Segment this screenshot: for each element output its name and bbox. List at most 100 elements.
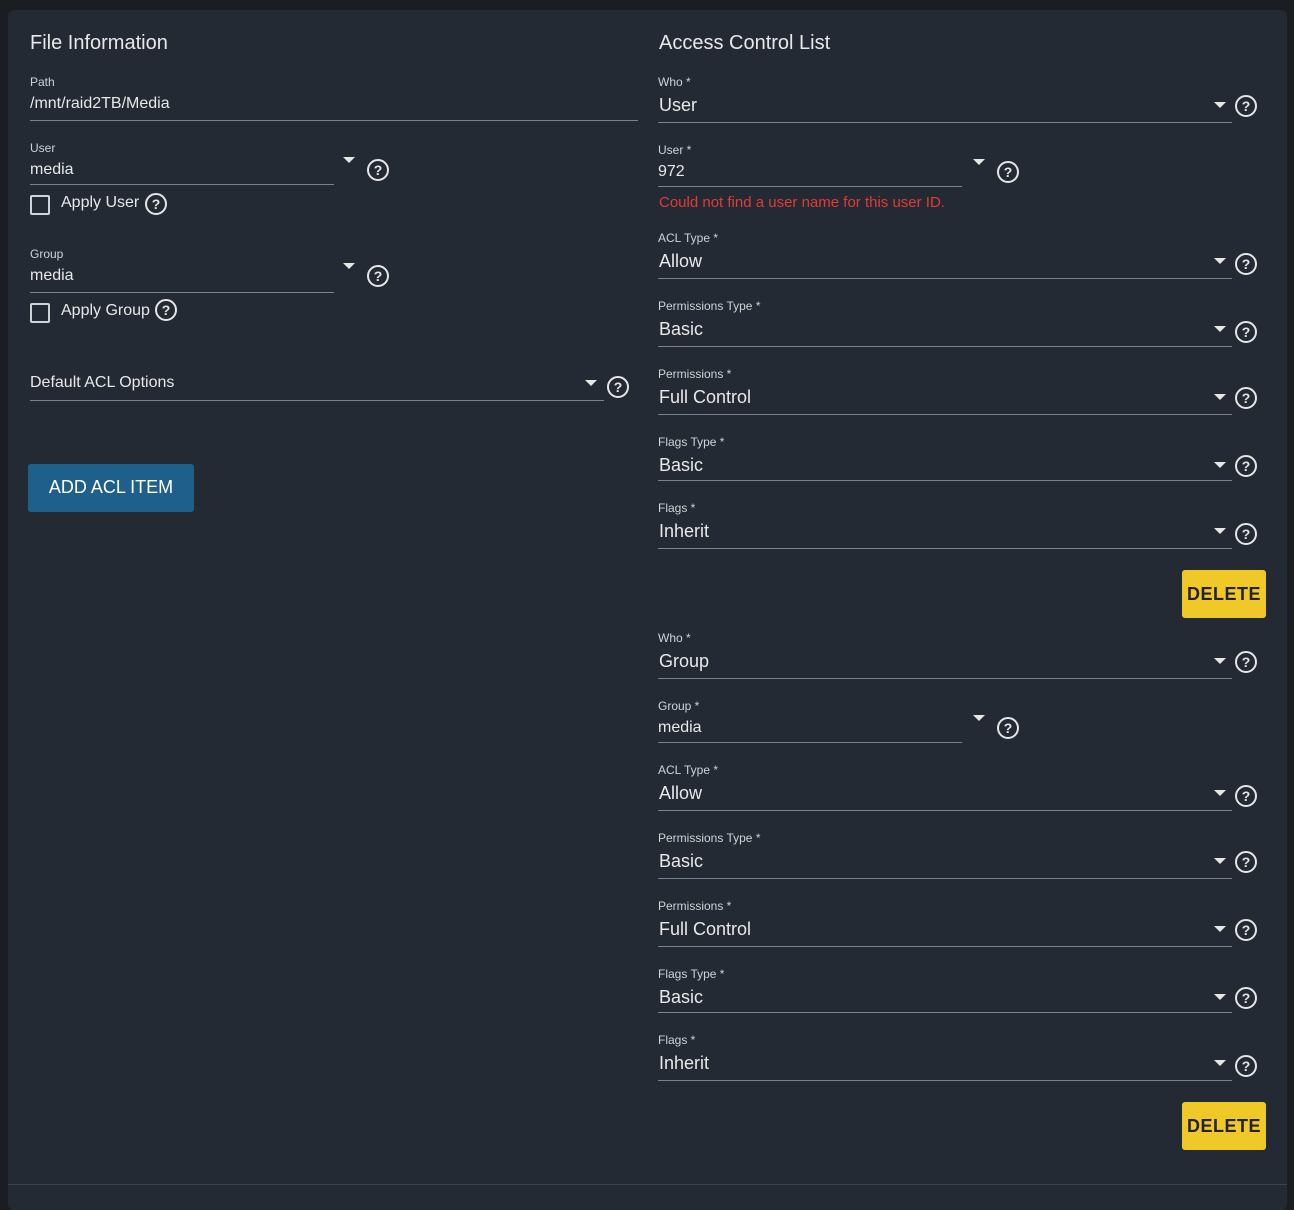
flags-type-select[interactable]: Basic — [659, 987, 703, 1008]
apply-user-label: Apply User — [61, 194, 140, 211]
caret-down-icon[interactable] — [585, 380, 597, 386]
caret-down-icon[interactable] — [1214, 1060, 1226, 1066]
group-id-underline — [658, 742, 962, 743]
flags-underline — [658, 1080, 1232, 1081]
caret-down-icon[interactable] — [1214, 102, 1226, 108]
help-icon[interactable]: ? — [1235, 387, 1257, 409]
apply-group-checkbox[interactable] — [30, 303, 50, 323]
acl-editor-card — [8, 10, 1287, 1210]
user-id-select[interactable]: 972 — [658, 163, 685, 181]
delete-acl-item-button[interactable]: DELETE — [1182, 1102, 1266, 1150]
apply-group-label: Apply Group — [61, 302, 150, 319]
group-id-label: Group * — [658, 699, 700, 713]
default-acl-underline — [30, 400, 604, 401]
help-icon[interactable]: ? — [1235, 253, 1257, 275]
help-icon[interactable]: ? — [367, 159, 389, 181]
acl-type-select[interactable]: Allow — [659, 251, 702, 272]
help-icon[interactable]: ? — [1235, 651, 1257, 673]
caret-down-icon[interactable] — [1214, 994, 1226, 1000]
delete-acl-item-button[interactable]: DELETE — [1182, 570, 1266, 618]
caret-down-icon[interactable] — [1214, 326, 1226, 332]
add-acl-item-button[interactable]: ADD ACL ITEM — [28, 464, 194, 512]
permissions-label: Permissions * — [658, 899, 732, 913]
caret-down-icon[interactable] — [1214, 926, 1226, 932]
help-icon[interactable]: ? — [1235, 523, 1257, 545]
user-select[interactable]: media — [30, 161, 74, 179]
permissions-select[interactable]: Full Control — [659, 919, 751, 940]
group-label: Group — [30, 247, 64, 261]
who-underline — [658, 122, 1232, 123]
permissions-select[interactable]: Full Control — [659, 387, 751, 408]
caret-down-icon[interactable] — [1214, 658, 1226, 664]
caret-down-icon[interactable] — [973, 159, 985, 165]
help-icon[interactable]: ? — [367, 265, 389, 287]
who-label: Who * — [658, 631, 691, 645]
caret-down-icon[interactable] — [1214, 394, 1226, 400]
flags-type-underline — [658, 1012, 1232, 1013]
who-select[interactable]: User — [659, 95, 697, 116]
flags-type-select[interactable]: Basic — [659, 455, 703, 476]
acl-type-select[interactable]: Allow — [659, 783, 702, 804]
path-label: Path — [30, 75, 55, 89]
permissions-type-select[interactable]: Basic — [659, 319, 703, 340]
flags-type-label: Flags Type * — [658, 435, 725, 449]
acl-type-label: ACL Type * — [658, 231, 719, 245]
caret-down-icon[interactable] — [1214, 858, 1226, 864]
help-icon[interactable]: ? — [1235, 987, 1257, 1009]
help-icon[interactable]: ? — [1235, 919, 1257, 941]
acl-type-underline — [658, 810, 1232, 811]
flags-type-label: Flags Type * — [658, 967, 725, 981]
permissions-type-underline — [658, 346, 1232, 347]
user-id-error: Could not find a user name for this user… — [659, 194, 945, 211]
permissions-type-label: Permissions Type * — [658, 299, 761, 313]
acl-title: Access Control List — [659, 32, 831, 54]
flags-label: Flags * — [658, 501, 696, 515]
help-icon[interactable]: ? — [1235, 785, 1257, 807]
help-icon[interactable]: ? — [1235, 1055, 1257, 1077]
who-underline — [658, 678, 1232, 679]
caret-down-icon[interactable] — [1214, 462, 1226, 468]
permissions-type-select[interactable]: Basic — [659, 851, 703, 872]
acl-type-label: ACL Type * — [658, 763, 719, 777]
path-underline — [30, 120, 638, 121]
caret-down-icon[interactable] — [973, 715, 985, 721]
user-id-label: User * — [658, 143, 692, 157]
caret-down-icon[interactable] — [343, 157, 355, 163]
help-icon[interactable]: ? — [1235, 95, 1257, 117]
flags-select[interactable]: Inherit — [659, 1053, 709, 1074]
help-icon[interactable]: ? — [997, 717, 1019, 739]
user-label: User — [30, 141, 56, 155]
user-id-underline — [658, 186, 962, 187]
group-id-select[interactable]: media — [658, 719, 702, 737]
acl-type-underline — [658, 278, 1232, 279]
permissions-type-underline — [658, 878, 1232, 879]
group-select[interactable]: media — [30, 267, 74, 285]
permissions-underline — [658, 946, 1232, 947]
permissions-type-label: Permissions Type * — [658, 831, 761, 845]
flags-label: Flags * — [658, 1033, 696, 1047]
help-icon[interactable]: ? — [997, 161, 1019, 183]
caret-down-icon[interactable] — [1214, 258, 1226, 264]
flags-select[interactable]: Inherit — [659, 521, 709, 542]
permissions-label: Permissions * — [658, 367, 732, 381]
apply-user-checkbox[interactable] — [30, 195, 50, 215]
help-icon[interactable]: ? — [607, 376, 629, 398]
who-label: Who * — [658, 75, 691, 89]
caret-down-icon[interactable] — [1214, 528, 1226, 534]
flags-underline — [658, 548, 1232, 549]
user-underline — [30, 184, 334, 185]
caret-down-icon[interactable] — [343, 263, 355, 269]
help-icon[interactable]: ? — [155, 299, 177, 321]
who-select[interactable]: Group — [659, 651, 709, 672]
path-field[interactable]: /mnt/raid2TB/Media — [30, 95, 170, 113]
caret-down-icon[interactable] — [1214, 790, 1226, 796]
permissions-underline — [658, 414, 1232, 415]
help-icon[interactable]: ? — [145, 193, 167, 215]
help-icon[interactable]: ? — [1235, 455, 1257, 477]
default-acl-select[interactable]: Default ACL Options — [30, 374, 174, 392]
file-info-title: File Information — [30, 32, 168, 54]
group-underline — [30, 292, 334, 293]
help-icon[interactable]: ? — [1235, 321, 1257, 343]
card-footer-divider — [8, 1184, 1287, 1185]
help-icon[interactable]: ? — [1235, 851, 1257, 873]
